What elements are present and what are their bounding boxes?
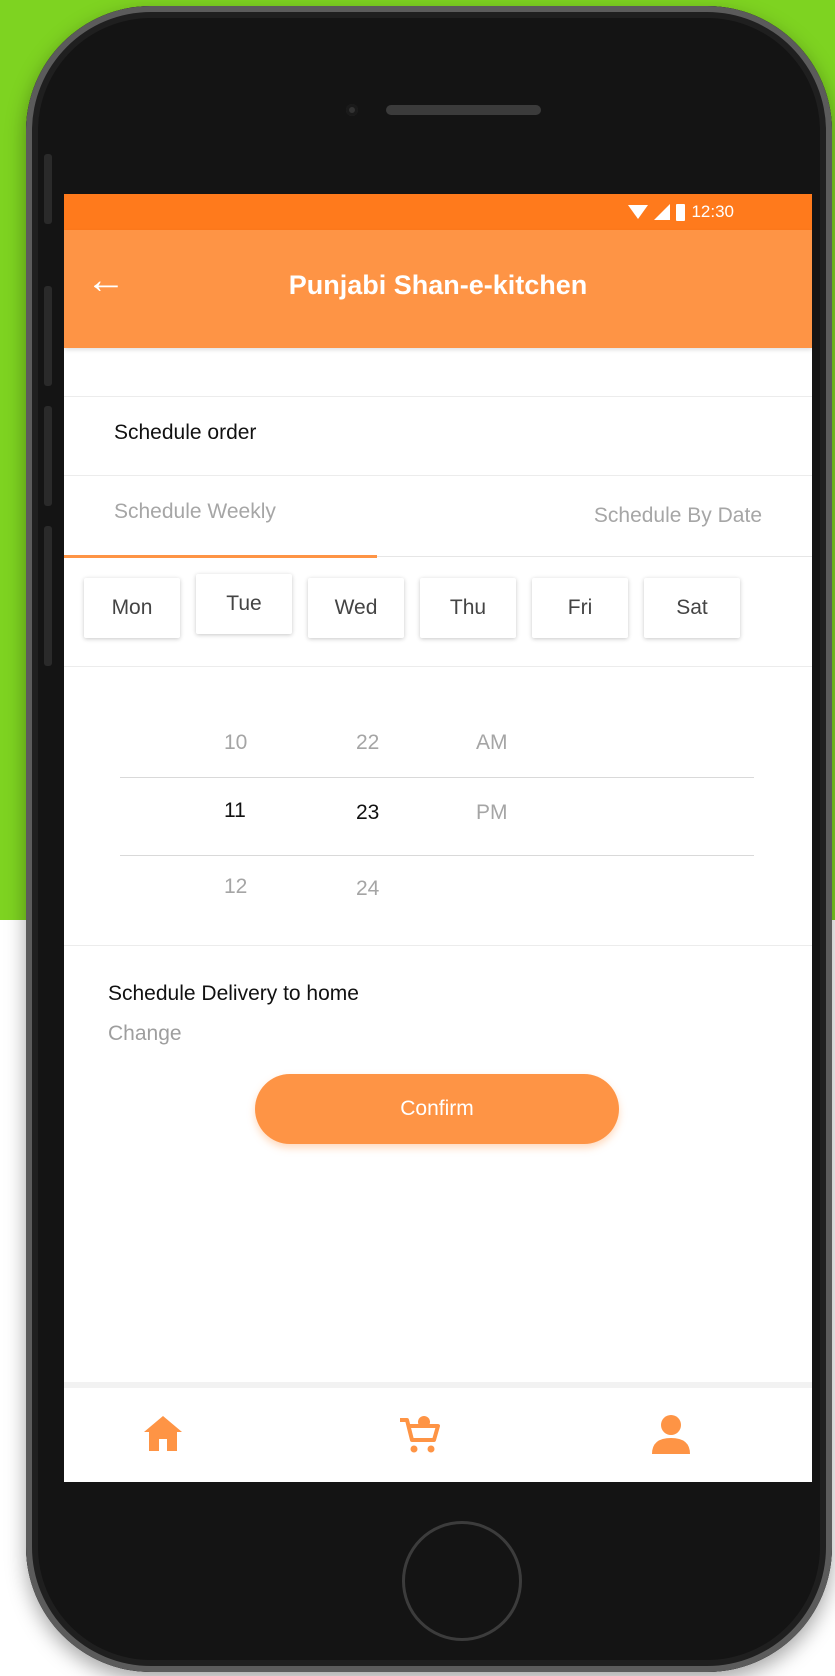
home-icon[interactable] [142, 1414, 184, 1459]
schedule-order-section: Schedule order [64, 396, 812, 476]
bottom-nav [64, 1382, 812, 1482]
cart-icon[interactable] [398, 1414, 442, 1461]
signal-icon [654, 204, 671, 220]
minute-option[interactable]: 24 [356, 877, 379, 901]
wifi-icon [628, 205, 649, 219]
change-link[interactable]: Change [108, 1022, 182, 1046]
status-icons: 12:30 [628, 202, 734, 222]
day-tue[interactable]: Tue [196, 574, 292, 634]
side-button [44, 286, 52, 386]
time-picker[interactable]: 10 11 12 22 23 24 AM PM [64, 667, 812, 946]
tab-schedule-weekly[interactable]: Schedule Weekly [114, 500, 276, 524]
side-button [44, 154, 52, 224]
app-screen: 12:30 ← Punjabi Shan-e-kitchen Schedule … [64, 194, 812, 1482]
side-button [44, 526, 52, 666]
hour-option-selected[interactable]: 11 [224, 799, 246, 823]
day-thu[interactable]: Thu [420, 578, 516, 638]
day-mon[interactable]: Mon [84, 578, 180, 638]
side-button [44, 406, 52, 506]
period-option[interactable]: PM [476, 801, 508, 825]
profile-icon[interactable] [650, 1414, 692, 1461]
picker-divider [120, 855, 754, 856]
status-time: 12:30 [691, 202, 734, 221]
minute-option-selected[interactable]: 23 [356, 801, 379, 825]
period-option[interactable]: AM [476, 731, 508, 755]
home-button[interactable] [402, 1521, 522, 1641]
day-selector: Mon Tue Wed Thu Fri Sat [64, 556, 812, 667]
front-camera [346, 104, 358, 116]
hour-option[interactable]: 10 [224, 731, 247, 755]
hour-option[interactable]: 12 [224, 875, 247, 899]
status-bar: 12:30 [64, 194, 812, 230]
delivery-text: Schedule Delivery to home [108, 982, 359, 1005]
speaker-grille [386, 105, 541, 115]
app-bar: ← Punjabi Shan-e-kitchen [64, 230, 812, 348]
page-title: Punjabi Shan-e-kitchen [288, 270, 588, 300]
confirm-button[interactable]: Confirm [255, 1074, 619, 1144]
tab-schedule-by-date[interactable]: Schedule By Date [594, 504, 762, 528]
day-sat[interactable]: Sat [644, 578, 740, 638]
schedule-tabs: Schedule Weekly Schedule By Date [64, 476, 812, 558]
schedule-order-label: Schedule order [114, 421, 257, 444]
battery-icon [676, 203, 686, 221]
day-fri[interactable]: Fri [532, 578, 628, 638]
day-wed[interactable]: Wed [308, 578, 404, 638]
picker-divider [120, 777, 754, 778]
minute-option[interactable]: 22 [356, 731, 379, 755]
